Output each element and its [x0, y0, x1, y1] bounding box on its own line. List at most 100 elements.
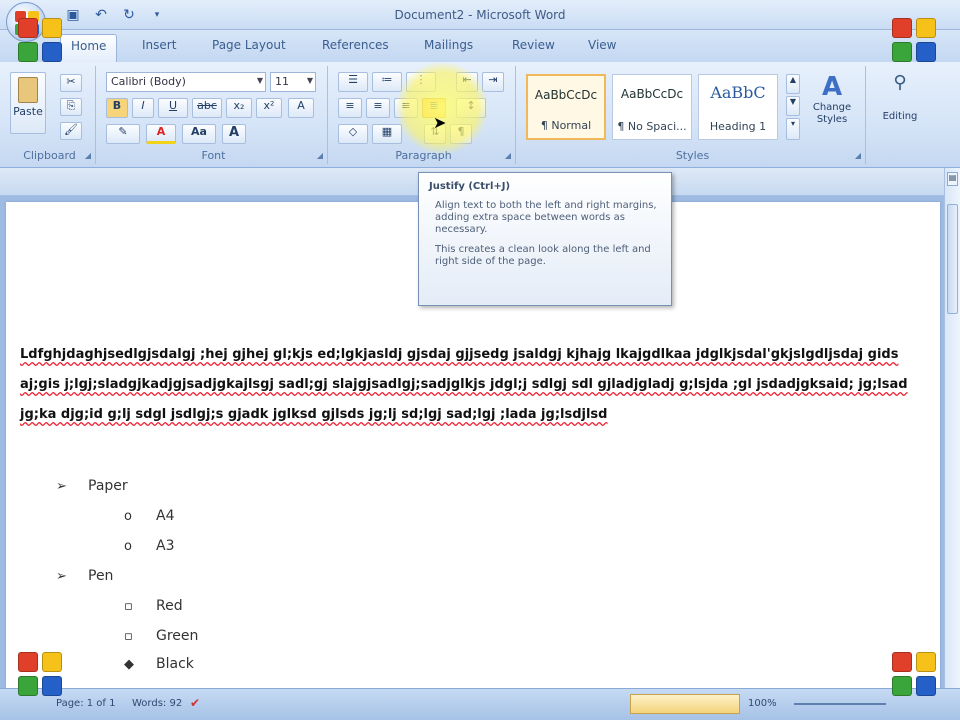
logo-icon: [892, 652, 938, 698]
proofing-icon[interactable]: ✔: [190, 696, 200, 710]
bold-button[interactable]: B: [106, 98, 128, 118]
clipboard-icon: [18, 77, 38, 103]
zoom-slider[interactable]: [794, 703, 886, 705]
list-item[interactable]: ➢ Paper: [56, 478, 128, 494]
numbering-button[interactable]: ≔: [372, 72, 402, 92]
style-heading-1[interactable]: AaBbC Heading 1: [698, 74, 778, 140]
tab-home[interactable]: Home: [60, 34, 118, 62]
styles-scroll-up-button[interactable]: ▲: [786, 74, 800, 94]
tab-view[interactable]: View: [588, 38, 616, 52]
title-bar: ▣ ↶ ↻ ▾ Document2 - Microsoft Word: [0, 0, 960, 30]
font-group-label: Font: [201, 149, 226, 162]
tooltip-title: Justify (Ctrl+J): [429, 181, 511, 192]
align-left-button[interactable]: ≡: [338, 98, 362, 118]
paste-label: Paste: [13, 105, 43, 118]
align-center-button[interactable]: ≡: [366, 98, 390, 118]
list-item[interactable]: o A3: [124, 538, 174, 554]
italic-button[interactable]: I: [132, 98, 154, 118]
dialog-launcher-icon[interactable]: ◢: [85, 151, 91, 160]
logo-icon: [18, 18, 64, 64]
chevron-down-icon: ▼: [256, 76, 263, 85]
borders-button[interactable]: ▦: [372, 124, 402, 144]
font-size-select[interactable]: 11 ▼: [270, 72, 316, 92]
chevron-down-icon: ▼: [306, 76, 313, 85]
editing-button[interactable]: ⚲ Editing: [876, 72, 924, 142]
paragraph-group-label: Paragraph: [395, 149, 452, 162]
increase-indent-button[interactable]: ⇥: [482, 72, 504, 92]
copy-button[interactable]: ⎘: [60, 98, 82, 116]
logo-icon: [18, 652, 64, 698]
logo-icon: [892, 18, 938, 64]
list-item[interactable]: o A4: [124, 508, 174, 524]
ribbon: Paste ✂ ⎘ 🖌 Clipboard ◢ Calibri (Body) ▼ …: [0, 62, 960, 168]
font-color-button[interactable]: A: [146, 124, 176, 144]
tab-review[interactable]: Review: [512, 38, 555, 52]
show-marks-button[interactable]: ¶: [450, 124, 472, 144]
dialog-launcher-icon[interactable]: ◢: [855, 151, 861, 160]
style-no-spacing[interactable]: AaBbCcDc ¶ No Spaci...: [612, 74, 692, 140]
shading-button[interactable]: ◇: [338, 124, 368, 144]
list-item[interactable]: ➢ Pen: [56, 568, 113, 584]
font-name-select[interactable]: Calibri (Body) ▼: [106, 72, 266, 92]
clear-formatting-button[interactable]: A: [288, 98, 314, 118]
underline-button[interactable]: U: [158, 98, 188, 118]
bullet-arrow-icon: ➢: [56, 569, 67, 584]
change-styles-button[interactable]: A Change Styles: [804, 72, 860, 144]
binoculars-icon: ⚲: [893, 72, 907, 93]
paste-button[interactable]: Paste: [10, 72, 46, 134]
mouse-cursor-icon: ➤: [433, 113, 447, 132]
font-group: Calibri (Body) ▼ 11 ▼ B I U abc x₂ x² A ✎ …: [100, 66, 328, 164]
styles-group-label: Styles: [675, 149, 710, 162]
clipboard-group: Paste ✂ ⎘ 🖌 Clipboard ◢: [4, 66, 96, 164]
superscript-button[interactable]: x²: [256, 98, 282, 118]
bullets-button[interactable]: ☰: [338, 72, 368, 92]
word-count[interactable]: Words: 92: [132, 698, 182, 709]
tab-insert[interactable]: Insert: [142, 38, 176, 52]
bullet-diamond-icon: ◆: [124, 657, 134, 672]
multilevel-list-button[interactable]: ⋮: [406, 72, 436, 92]
dialog-launcher-icon[interactable]: ◢: [505, 151, 511, 160]
list-item[interactable]: ▫ Green: [124, 628, 198, 644]
tab-mailings[interactable]: Mailings: [424, 38, 473, 52]
tooltip-description: Align text to both the left and right ma…: [435, 200, 657, 235]
styles-group: AaBbCcDc ¶ Normal AaBbCcDc ¶ No Spaci...…: [520, 66, 866, 164]
cut-button[interactable]: ✂: [60, 74, 82, 92]
bullet-circle-icon: o: [124, 539, 132, 554]
justify-tooltip: Justify (Ctrl+J) Align text to both the …: [418, 172, 672, 306]
change-styles-label: Change Styles: [812, 102, 852, 125]
ruler-toggle-icon[interactable]: ▤: [947, 172, 958, 186]
clipboard-group-label: Clipboard: [23, 149, 76, 162]
paragraph-group: ☰ ≔ ⋮ ⇤ ⇥ ≡ ≡ ≡ ≣ ↕ ◇ ▦ ⇅ ¶ Paragraph ◢: [332, 66, 516, 164]
styles-scroll-down-button[interactable]: ▼: [786, 96, 800, 116]
scrollbar-thumb[interactable]: [947, 204, 958, 314]
line-spacing-button[interactable]: ↕: [456, 98, 486, 118]
highlight-button[interactable]: ✎: [106, 124, 140, 144]
document-paragraph[interactable]: Ldfghjdaghjsedlgjsdalgj ;hej gjhej gl;kj…: [20, 340, 920, 430]
list-item[interactable]: ▫ Red: [124, 598, 183, 614]
bullet-square-icon: ▫: [124, 629, 133, 644]
view-buttons[interactable]: [630, 694, 740, 714]
status-bar: Page: 1 of 1 Words: 92 ✔ 100%: [0, 688, 960, 720]
list-item[interactable]: ◆ Black: [124, 656, 194, 672]
tab-references[interactable]: References: [322, 38, 389, 52]
tab-page-layout[interactable]: Page Layout: [212, 38, 286, 52]
strikethrough-button[interactable]: abc: [192, 98, 222, 118]
grow-font-button[interactable]: A: [222, 124, 246, 144]
page-count[interactable]: Page: 1 of 1: [56, 698, 115, 709]
decrease-indent-button[interactable]: ⇤: [456, 72, 478, 92]
change-styles-icon: A: [821, 72, 843, 102]
editing-group: ⚲ Editing: [870, 66, 930, 164]
tooltip-description: This creates a clean look along the left…: [435, 244, 651, 267]
style-normal[interactable]: AaBbCcDc ¶ Normal: [526, 74, 606, 140]
vertical-scrollbar[interactable]: ▤: [944, 168, 960, 688]
format-painter-button[interactable]: 🖌: [60, 122, 82, 140]
bullet-circle-icon: o: [124, 509, 132, 524]
change-case-button[interactable]: Aa: [182, 124, 216, 144]
align-right-button[interactable]: ≡: [394, 98, 418, 118]
zoom-level[interactable]: 100%: [748, 698, 777, 709]
dialog-launcher-icon[interactable]: ◢: [317, 151, 323, 160]
styles-more-button[interactable]: ▾: [786, 118, 800, 140]
editing-label: Editing: [882, 111, 918, 122]
subscript-button[interactable]: x₂: [226, 98, 252, 118]
bullet-square-icon: ▫: [124, 599, 133, 614]
